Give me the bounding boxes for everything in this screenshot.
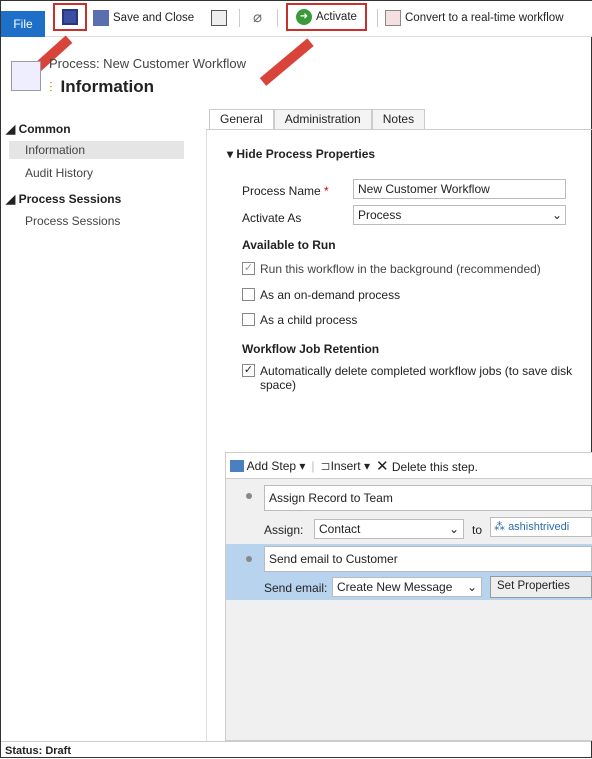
assign-label: Assign:	[264, 523, 304, 537]
step-send-email[interactable]: Send email to Customer Send email: Creat…	[226, 544, 592, 600]
print-icon[interactable]	[211, 10, 227, 26]
available-to-run-heading: Available to Run	[242, 238, 336, 252]
save-close-icon	[93, 10, 109, 26]
chevron-down-icon: ⌄	[448, 522, 459, 536]
save-icon	[62, 9, 78, 25]
bullet-icon	[246, 556, 252, 562]
status-bar: Status: Draft	[1, 741, 591, 759]
checkbox	[242, 313, 255, 326]
page-title: Information	[60, 77, 155, 96]
bullet-icon	[246, 493, 252, 499]
activate-button[interactable]: ➜ Activate	[286, 3, 367, 31]
sidebar-section-common[interactable]: ◢ Common	[6, 122, 71, 136]
tab-administration[interactable]: Administration	[273, 109, 372, 129]
checkbox	[242, 288, 255, 301]
checkbox-checked: ✓	[242, 262, 255, 275]
hide-properties-toggle[interactable]: ▾ Hide Process Properties	[227, 147, 375, 161]
owner-lookup[interactable]: ⁂ ashishtrivedi	[490, 517, 592, 537]
save-close-label: Save and Close	[113, 12, 195, 24]
workflow-steps-panel: Add Step ▾ | ⊐Insert ▾ ✕ Delete this ste…	[225, 452, 592, 741]
divider	[239, 9, 240, 27]
activate-icon: ➜	[296, 9, 312, 25]
sidebar-item-information[interactable]: Information	[9, 141, 184, 159]
on-demand-option[interactable]: As an on-demand process	[242, 288, 400, 302]
tab-general[interactable]: General	[209, 109, 274, 129]
assign-select[interactable]: Contact ⌄	[314, 519, 464, 539]
insert-icon: ⊐	[320, 458, 331, 473]
chevron-down-icon: ⌄	[551, 208, 562, 222]
workflow-icon: ⫶	[49, 78, 53, 95]
checkbox-checked: ✓	[242, 364, 255, 377]
sidebar: ◢ Common Information Audit History ◢ Pro…	[1, 109, 201, 739]
convert-button[interactable]: Convert to a real-time workflow	[385, 7, 564, 29]
page-title-row: ⫶ Information	[49, 77, 154, 97]
send-email-label: Send email:	[264, 581, 328, 595]
annotation-arrow	[259, 38, 314, 86]
child-process-option[interactable]: As a child process	[242, 313, 357, 327]
to-label: to	[472, 523, 483, 537]
file-tab[interactable]: File	[1, 11, 45, 37]
divider	[277, 9, 278, 27]
sidebar-section-sessions[interactable]: ◢ Process Sessions	[6, 192, 121, 206]
close-icon: ✕	[375, 457, 389, 475]
send-email-select[interactable]: Create New Message ⌄	[332, 577, 482, 597]
step-assign[interactable]: Assign Record to Team Assign: Contact ⌄ t…	[226, 479, 592, 544]
process-icon	[11, 61, 41, 91]
step-title-input[interactable]: Send email to Customer	[264, 546, 592, 572]
set-properties-button[interactable]: Set Properties	[490, 576, 592, 598]
activate-as-select[interactable]: Process ⌄	[353, 205, 566, 225]
save-button[interactable]	[53, 3, 87, 31]
chevron-down-icon: ⌄	[466, 580, 477, 594]
step-title-input[interactable]: Assign Record to Team	[264, 485, 592, 511]
auto-delete-option[interactable]: ✓ Automatically delete completed workflow…	[242, 364, 587, 392]
activate-label: Activate	[316, 11, 357, 23]
tab-notes[interactable]: Notes	[371, 109, 426, 129]
sidebar-item-process-sessions[interactable]: Process Sessions	[9, 212, 184, 230]
insert-button[interactable]: ⊐Insert ▾	[321, 459, 370, 473]
save-and-close-button[interactable]: Save and Close	[93, 7, 194, 29]
process-name-input[interactable]: New Customer Workflow	[353, 179, 566, 199]
attach-icon[interactable]: ⌀	[253, 8, 262, 26]
add-step-icon	[230, 460, 244, 473]
divider	[377, 9, 378, 27]
activate-as-label: Activate As	[242, 211, 302, 225]
process-name-label: Process Name *	[242, 184, 329, 198]
background-option[interactable]: ✓ Run this workflow in the background (re…	[242, 262, 541, 276]
breadcrumb: Process: New Customer Workflow	[49, 56, 246, 71]
delete-step-button[interactable]: ✕ Delete this step.	[376, 457, 478, 475]
sidebar-item-audit-history[interactable]: Audit History	[9, 164, 184, 182]
steps-toolbar: Add Step ▾ | ⊐Insert ▾ ✕ Delete this ste…	[226, 453, 592, 479]
convert-icon	[385, 10, 401, 26]
retention-heading: Workflow Job Retention	[242, 342, 380, 356]
ribbon: File Save and Close ⌀ ➜ Activate Convert …	[1, 1, 592, 37]
tab-bar: General Administration Notes	[209, 109, 426, 129]
convert-label: Convert to a real-time workflow	[405, 12, 564, 24]
add-step-button[interactable]: Add Step ▾	[230, 459, 305, 473]
